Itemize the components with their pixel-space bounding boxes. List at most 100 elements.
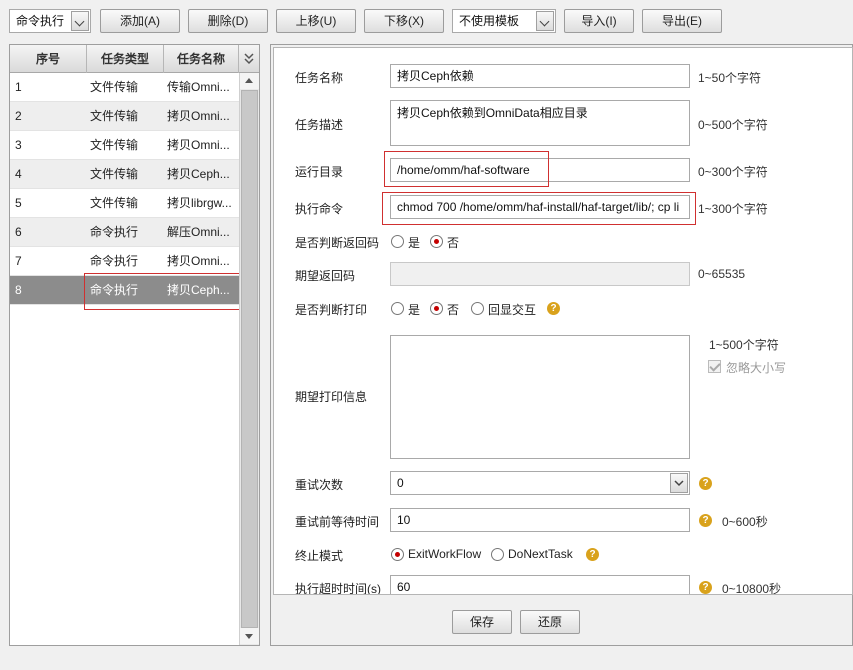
task-desc-field[interactable]: 拷贝Ceph依赖到OmniData相应目录 <box>390 100 690 146</box>
row-type: 文件传输 <box>90 167 139 181</box>
timeout-hint: 0~10800秒 <box>722 582 782 595</box>
row-name: 拷贝Omni... <box>167 109 230 123</box>
move-down-button[interactable]: 下移(X) <box>364 9 444 33</box>
grid-scrollbar[interactable] <box>239 73 259 645</box>
chevron-down-icon[interactable] <box>536 11 554 31</box>
table-row[interactable]: 1 文件传输 传输Omni... <box>10 73 239 102</box>
stop-mode-exit-radio[interactable] <box>391 548 404 561</box>
task-form: 任务名称 拷贝Ceph依赖 1~50个字符 任务描述 拷贝Ceph依赖到Omni… <box>273 47 853 595</box>
delete-button[interactable]: 删除(D) <box>188 9 268 33</box>
judge-return-label: 是否判断返回码 <box>295 236 380 250</box>
row-type: 文件传输 <box>90 80 139 94</box>
row-type: 命令执行 <box>90 225 139 239</box>
arrow-up-icon <box>245 78 253 83</box>
judge-print-no-label[interactable]: 否 <box>447 301 459 318</box>
run-dir-highlight <box>384 151 549 187</box>
help-icon[interactable]: ? <box>586 548 599 561</box>
judge-print-no-radio[interactable] <box>430 302 443 315</box>
retry-count-select[interactable]: 0 <box>390 471 690 495</box>
row-no: 4 <box>15 167 22 181</box>
retry-wait-field[interactable]: 10 <box>390 508 690 532</box>
table-row[interactable]: 2 文件传输 拷贝Omni... <box>10 102 239 131</box>
arrow-down-icon <box>245 634 253 639</box>
expected-return-hint: 0~65535 <box>698 267 746 281</box>
expected-print-label: 期望打印信息 <box>295 390 368 404</box>
exec-cmd-highlight <box>382 192 696 225</box>
task-desc-label: 任务描述 <box>295 118 344 132</box>
stop-mode-next-label[interactable]: DoNextTask <box>508 547 573 561</box>
ignore-case-checkbox[interactable] <box>708 360 721 373</box>
table-row[interactable]: 3 文件传输 拷贝Omni... <box>10 131 239 160</box>
expected-print-hint: 1~500个字符 <box>709 338 779 352</box>
help-icon[interactable]: ? <box>699 514 712 527</box>
table-row[interactable]: 7 命令执行 拷贝Omni... <box>10 247 239 276</box>
task-desc-text: 拷贝Ceph依赖到OmniData相应目录 <box>397 106 588 120</box>
table-row[interactable]: 4 文件传输 拷贝Ceph... <box>10 160 239 189</box>
column-header-no[interactable]: 序号 <box>10 45 87 73</box>
row-type: 文件传输 <box>90 196 139 210</box>
selected-row-highlight <box>84 273 251 310</box>
stop-mode-next-radio[interactable] <box>491 548 504 561</box>
expected-return-field[interactable] <box>390 262 690 286</box>
table-row[interactable]: 6 命令执行 解压Omni... <box>10 218 239 247</box>
task-name-hint: 1~50个字符 <box>698 71 762 85</box>
row-no: 7 <box>15 254 22 268</box>
template-select-value: 不使用模板 <box>459 14 520 28</box>
template-select[interactable]: 不使用模板 <box>452 9 556 33</box>
row-name: 拷贝Ceph... <box>167 167 230 181</box>
timeout-label: 执行超时时间(s) <box>295 582 381 595</box>
judge-print-echo-radio[interactable] <box>471 302 484 315</box>
help-icon[interactable]: ? <box>699 477 712 490</box>
column-header-name[interactable]: 任务名称 <box>164 45 239 73</box>
row-type: 文件传输 <box>90 109 139 123</box>
task-name-field[interactable]: 拷贝Ceph依赖 <box>390 64 690 88</box>
column-header-type[interactable]: 任务类型 <box>87 45 164 73</box>
collapse-icon[interactable] <box>239 45 259 73</box>
help-icon[interactable]: ? <box>547 302 560 315</box>
timeout-field[interactable]: 60 <box>390 575 690 594</box>
task-type-select[interactable]: 命令执行 <box>9 9 91 33</box>
task-name-label: 任务名称 <box>295 71 344 85</box>
task-desc-hint: 0~500个字符 <box>698 118 768 132</box>
ignore-case-label[interactable]: 忽略大小写 <box>726 359 786 376</box>
table-row[interactable]: 5 文件传输 拷贝librgw... <box>10 189 239 218</box>
retry-count-value: 0 <box>397 476 404 490</box>
judge-return-no-label[interactable]: 否 <box>447 234 459 251</box>
retry-wait-label: 重试前等待时间 <box>295 515 380 529</box>
judge-return-yes-radio[interactable] <box>391 235 404 248</box>
run-dir-hint: 0~300个字符 <box>698 165 768 179</box>
task-list-grid: 序号 任务类型 任务名称 1 文件传输 传输Omni... 2 文件传输 拷贝O… <box>9 44 260 646</box>
row-no: 5 <box>15 196 22 210</box>
add-button[interactable]: 添加(A) <box>100 9 180 33</box>
restore-button[interactable]: 还原 <box>520 610 580 634</box>
row-no: 6 <box>15 225 22 239</box>
row-name: 拷贝Omni... <box>167 254 230 268</box>
judge-print-yes-label[interactable]: 是 <box>408 301 420 318</box>
grid-header: 序号 任务类型 任务名称 <box>10 45 259 73</box>
row-no: 3 <box>15 138 22 152</box>
stop-mode-label: 终止模式 <box>295 549 344 563</box>
exec-cmd-label: 执行命令 <box>295 202 344 216</box>
scroll-down-button[interactable] <box>240 628 259 644</box>
chevron-down-icon[interactable] <box>71 11 89 31</box>
scroll-up-button[interactable] <box>240 73 259 89</box>
import-button[interactable]: 导入(I) <box>564 9 634 33</box>
help-icon[interactable]: ? <box>699 581 712 594</box>
row-no: 1 <box>15 80 22 94</box>
stop-mode-exit-label[interactable]: ExitWorkFlow <box>408 547 481 561</box>
judge-return-no-radio[interactable] <box>430 235 443 248</box>
row-name: 解压Omni... <box>167 225 230 239</box>
expected-print-field[interactable] <box>390 335 690 459</box>
chevron-down-icon[interactable] <box>670 473 688 493</box>
scroll-thumb[interactable] <box>241 90 258 628</box>
judge-print-yes-radio[interactable] <box>391 302 404 315</box>
row-name: 传输Omni... <box>167 80 230 94</box>
judge-return-yes-label[interactable]: 是 <box>408 234 420 251</box>
row-type: 文件传输 <box>90 138 139 152</box>
move-up-button[interactable]: 上移(U) <box>276 9 356 33</box>
export-button[interactable]: 导出(E) <box>642 9 722 33</box>
row-no: 2 <box>15 109 22 123</box>
judge-print-echo-label[interactable]: 回显交互 <box>488 301 536 318</box>
expected-return-label: 期望返回码 <box>295 269 356 283</box>
save-button[interactable]: 保存 <box>452 610 512 634</box>
